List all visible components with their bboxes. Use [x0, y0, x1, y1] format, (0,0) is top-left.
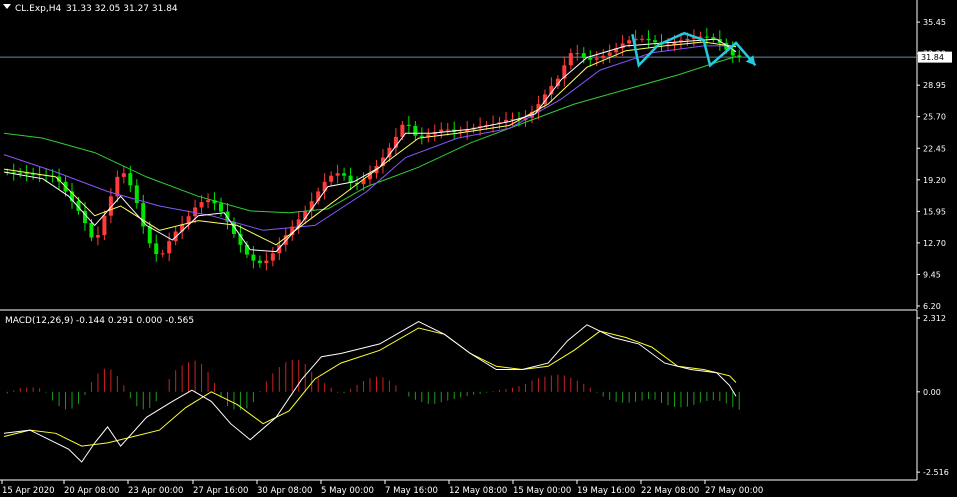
macd-tick-label: -2.516	[923, 468, 949, 477]
candle-body	[588, 57, 593, 60]
candle-body	[607, 52, 612, 56]
price-tick-label: 6.20	[923, 302, 941, 311]
candle-body	[737, 55, 742, 58]
price-tick-label: 9.45	[923, 270, 941, 279]
candle-body	[154, 243, 159, 255]
time-tick-label: 5 May 00:00	[321, 486, 374, 496]
time-axis-ticks: 15 Apr 2020 20 Apr 08:00 23 Apr 00:00 27 Ap…	[1, 480, 763, 496]
time-tick-label: 20 Apr 08:00	[64, 486, 119, 496]
macd-values: -0.144 0.291 0.000 -0.565	[76, 316, 194, 326]
price-tick-label: 15.95	[923, 207, 946, 216]
macd-tick-label: 0.00	[923, 388, 941, 397]
macd-histogram	[6, 359, 740, 411]
candle-body	[89, 223, 94, 238]
candle-body	[206, 200, 211, 203]
price-tick-label: 22.45	[923, 144, 946, 153]
candlesticks	[5, 27, 742, 271]
time-tick-label: 15 Apr 2020	[2, 486, 55, 496]
time-tick-label: 15 May 00:00	[513, 486, 571, 496]
candle-body	[342, 173, 347, 176]
candle-body	[627, 40, 632, 44]
price-tick-label: 35.45	[923, 18, 946, 27]
candle-body	[24, 173, 29, 175]
time-tick-label: 19 May 16:00	[577, 486, 635, 496]
trading-chart[interactable]: 35.4532.2028.9525.7022.4519.2015.9512.70…	[0, 0, 957, 497]
candle-body	[640, 38, 645, 40]
price-tick-label: 12.70	[923, 239, 946, 248]
candle-body	[219, 203, 224, 212]
candle-body	[581, 53, 586, 58]
macd-axis-ticks: 2.312 0.00 -2.516	[917, 314, 949, 477]
candle-body	[160, 253, 165, 255]
price-tick-label: 19.20	[923, 176, 946, 185]
candle-body	[95, 235, 100, 238]
candle-body	[128, 173, 133, 186]
time-tick-label: 7 May 16:00	[385, 486, 438, 496]
candle-body	[102, 215, 107, 236]
candle-body	[335, 173, 340, 176]
candle-body	[251, 254, 256, 261]
candle-body	[264, 260, 269, 264]
candle-body	[594, 58, 599, 60]
time-tick-label: 27 May 00:00	[705, 486, 763, 496]
symbol-label: CL.Exp,H4	[15, 4, 62, 14]
candle-body	[147, 226, 152, 244]
candle-body	[121, 173, 126, 177]
time-tick-label: 12 May 08:00	[449, 486, 507, 496]
candle-body	[18, 172, 23, 174]
macd-tick-label: 2.312	[923, 314, 946, 323]
candle-body	[329, 175, 334, 182]
candle-body	[406, 124, 411, 126]
candle-body	[685, 38, 690, 41]
candle-body	[413, 125, 418, 136]
candle-body	[445, 129, 450, 131]
candle-body	[167, 241, 172, 254]
macd-panel[interactable]: 2.312 0.00 -2.516 MACD(12,26,9) -0.144 0.2…	[3, 310, 949, 480]
time-tick-label: 27 Apr 16:00	[193, 486, 248, 496]
candle-body	[270, 253, 275, 261]
candle-body	[419, 135, 424, 137]
current-price-label: 31.84	[921, 53, 944, 62]
ma-fast-white-line	[3, 38, 737, 253]
candle-body	[257, 260, 262, 264]
price-tick-label: 28.95	[923, 81, 946, 90]
candle-body	[193, 207, 198, 217]
ma-mid-yellow-line	[3, 41, 737, 246]
candle-body	[653, 40, 658, 43]
candle-body	[601, 55, 606, 59]
dropdown-triangle-icon[interactable]	[3, 4, 11, 9]
candle-body	[646, 38, 651, 41]
time-tick-label: 22 May 08:00	[641, 486, 699, 496]
price-panel[interactable]: 35.4532.2028.9525.7022.4519.2015.9512.70…	[0, 0, 952, 311]
candle-body	[199, 202, 204, 208]
candle-body	[568, 53, 573, 66]
ma-slow-violet-line	[3, 45, 736, 231]
candle-body	[704, 36, 709, 38]
candle-body	[575, 53, 580, 55]
time-tick-label: 23 Apr 00:00	[128, 486, 183, 496]
ohlc-label: 31.33 32.05 31.27 31.84	[66, 4, 178, 14]
price-tick-label: 25.70	[923, 113, 946, 122]
time-tick-label: 30 Apr 08:00	[257, 486, 312, 496]
macd-label: MACD(12,26,9)	[5, 316, 73, 326]
